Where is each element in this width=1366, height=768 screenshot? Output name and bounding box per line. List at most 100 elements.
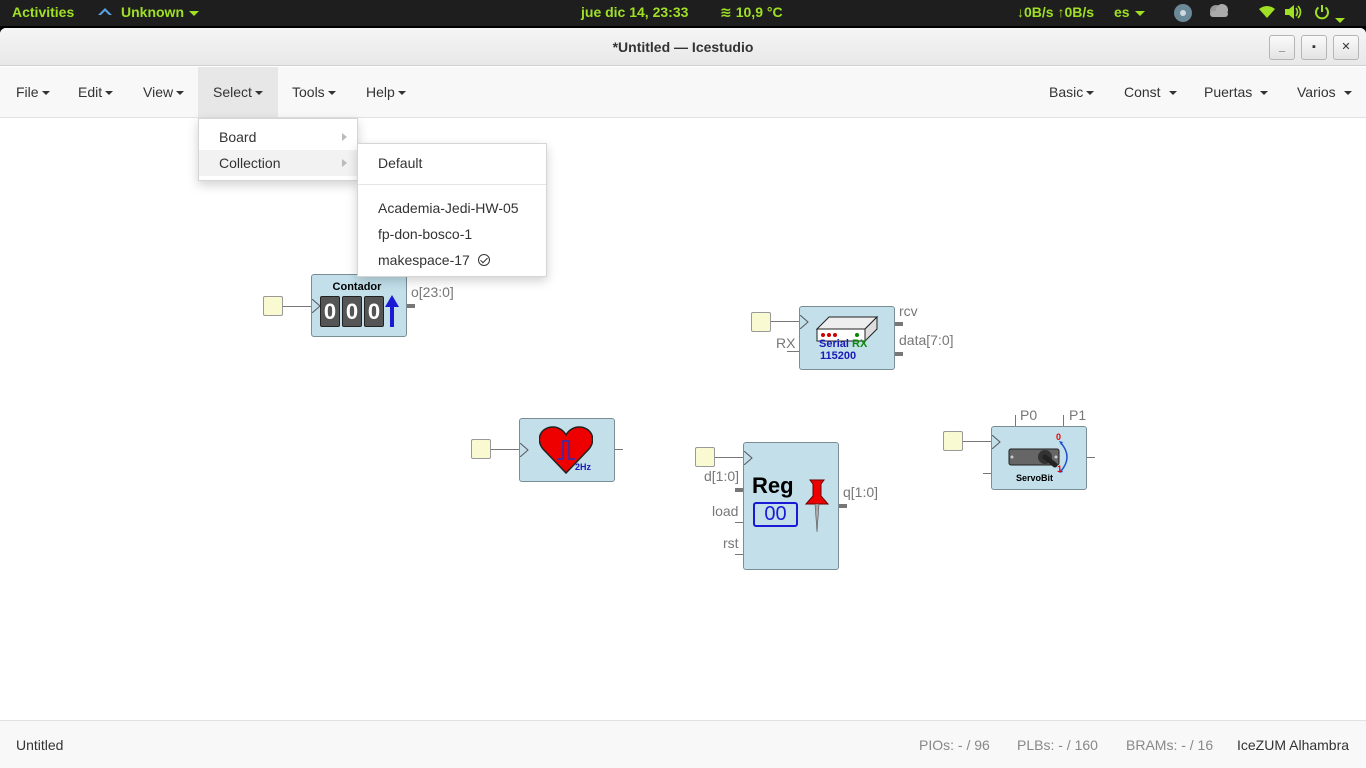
port-label: data[7:0] [899,332,954,348]
wire [1087,457,1095,458]
output-port[interactable] [895,322,903,326]
menu-label: Basic [1049,84,1084,100]
chevron-down-icon [1134,10,1145,16]
menu-const[interactable]: Const [1109,67,1192,117]
clock-input-triangle [800,315,809,329]
collection-item-label: makespace-17 [378,252,470,268]
collection-item[interactable]: Academia-Jedi-HW-05 [358,195,546,221]
weather-indicator[interactable]: ≋ 10,9 °C [720,4,783,21]
port-label: P0 [1020,407,1038,423]
input-pin[interactable] [695,447,715,467]
collection-default[interactable]: Default [358,150,546,176]
activities-button[interactable]: Activities [12,4,74,20]
serial-label: Serial RX [819,338,867,350]
output-port[interactable] [839,504,847,508]
collection-item[interactable]: fp-don-bosco-1 [358,221,546,247]
menu-label: Puertas [1204,84,1253,100]
menu-label: Const [1124,84,1161,100]
cloud-icon[interactable] [1207,1,1231,26]
caret-down-icon [254,91,263,96]
menu-label: View [143,84,174,100]
arrow-up-icon [385,295,399,327]
title-bar[interactable]: *Untitled — Icestudio _ ▪ ✕ [0,28,1366,66]
collection-item-selected[interactable]: makespace-17 [358,247,546,273]
volume-icon[interactable] [1285,5,1303,22]
menu-tools[interactable]: Tools [277,67,351,117]
netspeed-indicator[interactable]: ↓0B/s ↑0B/s [1017,4,1094,20]
menu-view[interactable]: View [128,67,199,117]
clock[interactable]: jue dic 14, 23:33 [581,4,688,20]
close-icon: ✕ [1341,41,1351,53]
status-bar: Untitled PIOs: - / 96 PLBs: - / 160 BRAM… [0,720,1366,768]
input-pin[interactable] [751,312,771,332]
power-icon[interactable] [1314,4,1330,23]
collection-submenu: Default Academia-Jedi-HW-05 fp-don-bosco… [357,143,547,277]
output-port[interactable] [407,304,415,308]
wire [491,449,519,450]
wire [963,441,991,442]
close-button[interactable]: ✕ [1333,35,1359,60]
contador-block[interactable]: Contador 0 0 0 [311,274,407,337]
servo-position-0: 0 [1056,432,1062,442]
language-indicator[interactable]: es [1114,4,1145,20]
menu-help[interactable]: Help [351,67,421,117]
menu-label: Edit [78,84,103,100]
menu-file[interactable]: File [1,67,65,117]
reg-title: Reg [752,473,794,498]
weather-temperature: 10,9 °C [735,4,783,20]
wire [735,554,743,555]
weather-icon: ≋ [720,4,732,20]
maximize-button[interactable]: ▪ [1301,35,1327,60]
menu-varios[interactable]: Varios [1282,67,1366,117]
input-port[interactable] [735,488,743,492]
minimize-button[interactable]: _ [1269,35,1295,60]
caret-down-icon [1260,91,1269,96]
clock-input-triangle [744,451,753,465]
caret-down-icon [1086,91,1095,96]
menu-label: Tools [292,84,325,100]
input-pin[interactable] [471,439,491,459]
counter-digits: 0 0 0 [320,296,384,327]
port-label: P1 [1069,407,1087,423]
submenu-arrow-icon [342,133,347,141]
window-title: *Untitled — Icestudio [612,39,754,55]
network-label: Unknown [121,4,184,20]
counter-digit: 0 [320,296,340,327]
menu-label: Select [213,84,252,100]
caret-down-icon [41,91,50,96]
menu-select[interactable]: Select [198,67,278,117]
serial-rx-block[interactable]: Serial RX 115200 [799,306,895,370]
wifi-icon[interactable] [1259,5,1275,22]
disk-icon[interactable] [1173,3,1193,26]
pin-icon [804,479,830,533]
heartbeat-block[interactable]: 2Hz [519,418,615,482]
input-pin[interactable] [263,296,283,316]
menu-divider [358,184,546,185]
servobit-block[interactable]: 0 1 ServoBit [991,426,1087,490]
menu-puertas[interactable]: Puertas [1189,67,1283,117]
counter-digit: 0 [364,296,384,327]
wire [771,321,799,322]
menu-item-collection[interactable]: Collection [199,150,357,176]
wire [787,351,799,352]
chevron-down-icon [189,10,199,16]
wire [283,306,311,307]
wire [1015,415,1016,426]
caret-down-icon [1343,91,1352,96]
menu-edit[interactable]: Edit [63,67,128,117]
output-port[interactable] [895,352,903,356]
caret-down-icon [397,91,406,96]
board-name[interactable]: IceZUM Alhambra [1237,737,1349,753]
language-label: es [1114,4,1130,20]
submenu-arrow-icon [342,159,347,167]
caret-down-icon [1168,91,1177,96]
caret-down-icon [105,91,114,96]
register-block[interactable]: Reg 00 [743,442,839,570]
chevron-down-icon[interactable] [1335,11,1345,27]
input-pin[interactable] [943,431,963,451]
check-circle-icon [477,254,490,267]
menu-item-board[interactable]: Board [199,124,357,150]
menu-basic[interactable]: Basic [1034,67,1109,117]
network-indicator[interactable]: Unknown [97,4,199,20]
design-canvas[interactable]: Contador 0 0 0 o[23:0] RX Serial RX 1152… [0,118,1366,720]
